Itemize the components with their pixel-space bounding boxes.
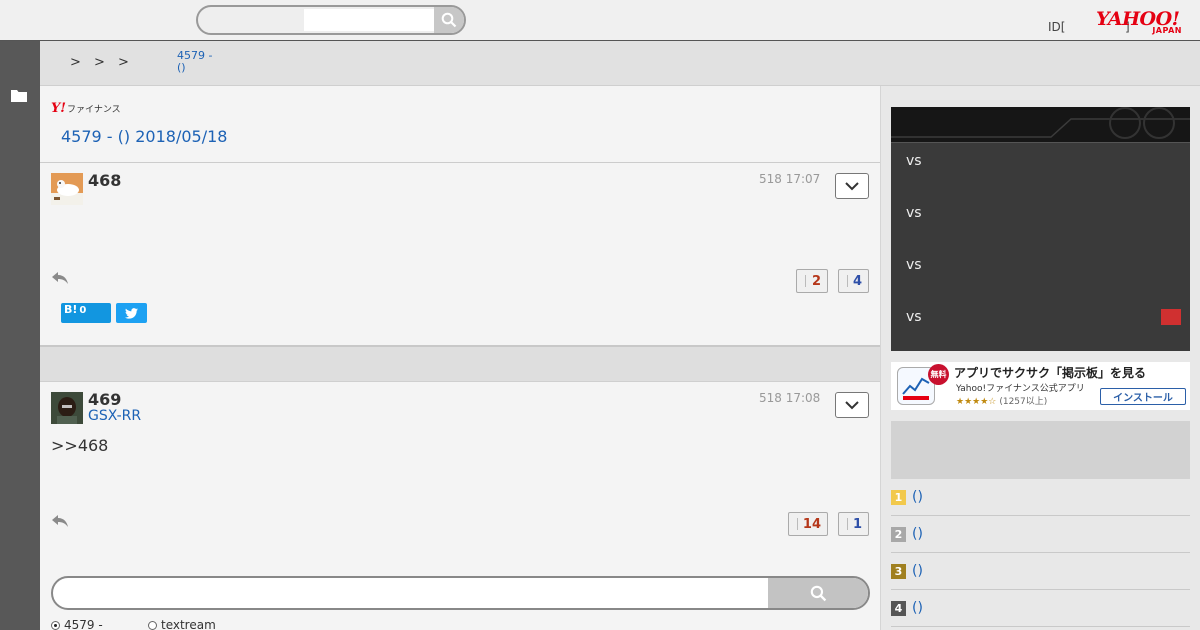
yahoo-logo-sub: JAPAN — [1152, 26, 1182, 35]
app-rating-count: (1257以上) — [999, 397, 1048, 407]
yahoo-finance-logo-text: ファイナンス — [67, 105, 121, 115]
right-sidebar: vs vs vs vs 無料 アプリでサクサク「掲示板」を見る Yahoo!ファ… — [880, 86, 1200, 630]
baseball-scores-widget: vs vs vs vs — [891, 107, 1190, 351]
breadcrumb-separator: > — [94, 55, 105, 70]
rank-badge: 1 — [891, 489, 906, 505]
header-search-button[interactable] — [434, 7, 464, 33]
rank-badge: 3 — [891, 563, 906, 579]
app-rating-stars: ★★★★☆ (1257以上) — [956, 394, 1047, 407]
post-time: 518 17:07 — [759, 172, 821, 186]
star-rating-icon: ★★★★☆ — [956, 397, 997, 407]
dislike-button[interactable]: 4 — [838, 269, 869, 293]
ranking-item[interactable]: 4 () — [891, 590, 1190, 627]
rank-badge: 2 — [891, 526, 906, 542]
like-button[interactable]: 14 — [788, 512, 828, 536]
board-search-button[interactable] — [768, 578, 868, 608]
top-header: ID[ ] YAHOO! JAPAN — [0, 0, 1200, 41]
ranking-item-label[interactable]: () — [912, 600, 923, 616]
ranking-item-label[interactable]: () — [912, 563, 923, 579]
yahoo-finance-logo-mark: Y! — [51, 101, 66, 116]
yahoo-japan-logo[interactable]: YAHOO! JAPAN — [1096, 10, 1188, 38]
game-vs-label[interactable]: vs — [906, 309, 922, 325]
avatar-image-icon — [51, 173, 83, 205]
breadcrumb-separator: > — [118, 55, 129, 70]
radio-unselected-icon — [148, 620, 157, 630]
header-search-box[interactable] — [196, 5, 466, 35]
header-search-input[interactable] — [304, 9, 434, 31]
chevron-down-icon — [845, 400, 859, 409]
tweet-button[interactable] — [116, 303, 147, 323]
reply-icon[interactable] — [51, 514, 69, 528]
app-banner-subtitle: Yahoo!ファイナンス公式アプリ — [956, 384, 1085, 394]
left-rail — [0, 41, 40, 630]
game-vs-label[interactable]: vs — [906, 153, 922, 169]
post-menu-button[interactable] — [835, 173, 869, 199]
free-badge: 無料 — [928, 364, 949, 385]
ranking-item[interactable]: 1 () — [891, 479, 1190, 516]
like-count: 14 — [802, 516, 821, 532]
main-content: Y! ファイナンス 4579 - () 2018/05/18 468 518 1… — [40, 86, 880, 630]
hatena-bookmark-button[interactable]: B! 0 — [61, 303, 111, 323]
avatar[interactable] — [51, 392, 83, 424]
twitter-icon — [125, 307, 138, 319]
dislike-button[interactable]: 1 — [838, 512, 869, 536]
yahoo-finance-logo[interactable]: Y! ファイナンス — [51, 101, 121, 115]
avatar-image-icon — [51, 392, 83, 424]
post-number[interactable]: 469 — [88, 390, 121, 409]
baseball-widget-header — [891, 107, 1190, 143]
like-count: 2 — [811, 273, 821, 289]
post-time: 518 17:08 — [759, 391, 821, 405]
reply-icon[interactable] — [51, 271, 69, 285]
live-status-marker — [1161, 309, 1181, 325]
ranking-item[interactable]: 3 () — [891, 553, 1190, 590]
radio-selected-icon — [51, 620, 60, 630]
app-banner-title: アプリでサクサク「掲示板」を見る — [954, 366, 1147, 380]
dislike-count: 4 — [852, 273, 862, 289]
app-promo-banner[interactable]: 無料 アプリでサクサク「掲示板」を見る Yahoo!ファイナンス公式アプリ ★★… — [891, 362, 1190, 410]
login-id-text[interactable]: ID[ — [1048, 20, 1065, 34]
hatena-label: B! — [64, 303, 78, 316]
post-menu-button[interactable] — [835, 392, 869, 418]
ad-placeholder — [891, 421, 1190, 479]
dislike-count: 1 — [852, 516, 862, 532]
game-vs-label[interactable]: vs — [906, 205, 922, 221]
hatena-count: 0 — [79, 305, 87, 316]
avatar[interactable] — [51, 173, 83, 205]
post-body[interactable]: >>468 — [51, 436, 108, 455]
search-scope-option-board[interactable]: 4579 - — [51, 618, 103, 630]
chevron-down-icon — [845, 181, 859, 190]
separator-band — [40, 345, 880, 382]
ranking-item[interactable]: 2 () — [891, 516, 1190, 553]
ranking-item-label[interactable]: () — [912, 526, 923, 542]
baseball-header-decoration — [891, 107, 1190, 139]
title-divider — [40, 162, 880, 163]
post-username[interactable]: GSX-RR — [88, 408, 141, 424]
install-button[interactable]: インストール — [1100, 388, 1186, 405]
breadcrumb: > > > 4579 - () — [40, 41, 1200, 86]
post-number[interactable]: 468 — [88, 171, 121, 190]
rank-badge: 4 — [891, 600, 906, 616]
game-vs-label[interactable]: vs — [906, 257, 922, 273]
page-title[interactable]: 4579 - () 2018/05/18 — [61, 127, 227, 146]
like-button[interactable]: 2 — [796, 269, 828, 293]
breadcrumb-separator: > — [70, 55, 81, 70]
search-scope-label: 4579 - — [64, 618, 103, 630]
search-scope-option-textream[interactable]: textream — [148, 618, 216, 630]
folder-icon[interactable] — [11, 89, 27, 102]
ranking-item-label[interactable]: () — [912, 489, 923, 505]
breadcrumb-current-link[interactable]: 4579 - () — [177, 50, 212, 74]
search-scope-label: textream — [161, 618, 216, 630]
search-icon — [441, 12, 457, 28]
board-search-box[interactable] — [51, 576, 870, 610]
search-icon — [810, 585, 826, 601]
